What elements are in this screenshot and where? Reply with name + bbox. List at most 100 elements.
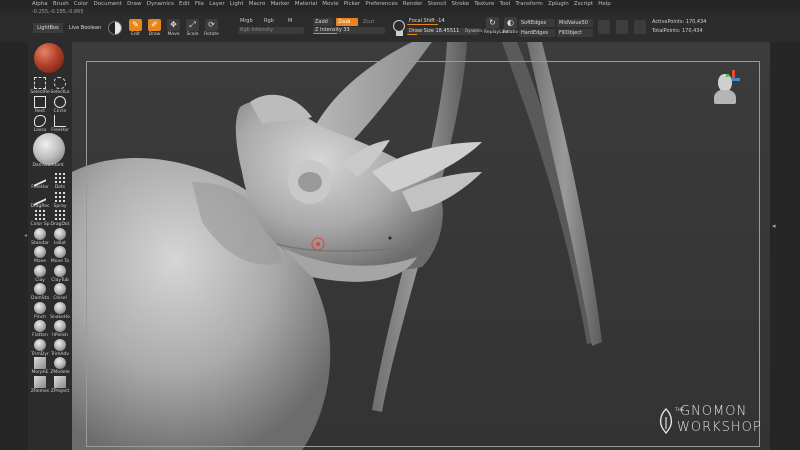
collapse-left-arrow[interactable]: ◂ bbox=[24, 232, 27, 239]
menu-item-help[interactable]: Help bbox=[596, 0, 614, 9]
zadd-button[interactable]: Zadd bbox=[313, 18, 333, 26]
fill-object-button[interactable]: FillObject bbox=[557, 29, 593, 37]
scale-icon[interactable] bbox=[634, 20, 646, 34]
palette-item-move-to[interactable]: Move To bbox=[49, 246, 71, 265]
replay-last-button[interactable]: ↻ ReplayLast bbox=[484, 17, 509, 36]
menu-item-movie[interactable]: Movie bbox=[320, 0, 341, 9]
menu-item-picker[interactable]: Picker bbox=[341, 0, 363, 9]
palette-item-flatten[interactable]: Flatten bbox=[29, 320, 51, 339]
menu-item-marker[interactable]: Marker bbox=[268, 0, 292, 9]
palette-item-selectre[interactable]: SelectRe bbox=[29, 77, 51, 96]
palette-item-trimadv[interactable]: TrimAdv bbox=[49, 338, 71, 358]
hard-edges-button[interactable]: HardEdges bbox=[519, 29, 555, 37]
palette-item-standar[interactable]: Standar bbox=[29, 227, 51, 247]
menu-item-preferences[interactable]: Preferences bbox=[363, 0, 401, 9]
palette-item-morphe[interactable]: MorphE bbox=[29, 357, 51, 376]
palette-item-label: Rect bbox=[35, 109, 45, 114]
material-preview[interactable] bbox=[34, 43, 64, 73]
mrgb-button[interactable]: Mrgb bbox=[240, 18, 253, 25]
rgb-intensity-slider[interactable]: Rgb Intensity bbox=[238, 27, 304, 34]
move-mode-button[interactable]: ✥ Move bbox=[165, 19, 182, 38]
grid-icon[interactable] bbox=[598, 20, 610, 34]
split-icon[interactable] bbox=[616, 20, 628, 34]
palette-item-rect[interactable]: Rect bbox=[29, 96, 51, 115]
menu-item-texture[interactable]: Texture bbox=[472, 0, 497, 9]
palette-item-zproject[interactable]: ZProject bbox=[49, 375, 71, 395]
menu-item-material[interactable]: Material bbox=[292, 0, 320, 9]
palette-item-freehar[interactable]: FreeHar bbox=[29, 169, 51, 191]
menu-item-tool[interactable]: Tool bbox=[497, 0, 513, 9]
palette-item-dragrec[interactable]: DragRec bbox=[29, 187, 51, 210]
menu-item-dynamics[interactable]: Dynamics bbox=[144, 0, 176, 9]
soft-edges-button[interactable]: SoftEdges bbox=[519, 19, 555, 27]
menu-item-file[interactable]: File bbox=[192, 0, 206, 9]
mid-value-slider[interactable]: MidValue50 bbox=[557, 19, 593, 27]
palette-item-inbat[interactable]: InBat bbox=[49, 227, 71, 247]
menu-item-edit[interactable]: Edit bbox=[176, 0, 192, 9]
relativ-icon: ◐ bbox=[504, 17, 517, 29]
palette-item-hpolish[interactable]: hPolish bbox=[49, 320, 71, 339]
menu-item-brush[interactable]: Brush bbox=[50, 0, 71, 9]
palette-item-damsta[interactable]: DamSta bbox=[29, 283, 51, 302]
palette-item-zremes[interactable]: ZRemes bbox=[29, 375, 51, 395]
palette-item-label: Pinch bbox=[33, 314, 47, 320]
palette-item-label: DragDot bbox=[50, 222, 70, 227]
menu-item-document[interactable]: Document bbox=[91, 0, 125, 9]
palette-item-dragdot[interactable]: DragDot bbox=[49, 209, 71, 228]
rotate-mode-button[interactable]: ⟳ Rotate bbox=[203, 19, 220, 38]
palette-item-zmodele[interactable]: ZModele bbox=[49, 357, 71, 376]
palette-item-label: Flatten bbox=[32, 333, 48, 338]
palette-item-freehar[interactable]: FreeHar bbox=[49, 115, 71, 134]
menu-item-stencil[interactable]: Stencil bbox=[425, 0, 449, 9]
z-intensity-slider[interactable]: Z Intensity 33 bbox=[313, 27, 385, 34]
menu-bar: Alpha Brush Color Document Draw Dynamics Edit F… bbox=[0, 0, 800, 9]
replay-last-label: ReplayLast bbox=[484, 30, 509, 35]
menu-item-color[interactable]: Color bbox=[71, 0, 91, 9]
dynamic-button[interactable]: Dynamic bbox=[465, 27, 483, 34]
navigation-gizmo-icon[interactable] bbox=[712, 70, 742, 108]
menu-item-render[interactable]: Render bbox=[400, 0, 425, 9]
zsub-button[interactable]: Zsub bbox=[336, 18, 358, 26]
palette-item-chisel[interactable]: Chisel bbox=[49, 283, 71, 302]
rgb-button[interactable]: Rgb bbox=[264, 18, 274, 25]
stop-icon[interactable] bbox=[396, 31, 403, 36]
palette-item-pinch[interactable]: Pinch bbox=[29, 301, 51, 321]
palette-item-claytub[interactable]: ClayTub bbox=[49, 264, 71, 284]
lightbox-button[interactable]: LightBox bbox=[33, 23, 63, 33]
palette-item-dots[interactable]: Dots bbox=[49, 172, 71, 191]
palette-item-label: DamSta bbox=[31, 296, 49, 301]
replay-icon: ↻ bbox=[486, 17, 499, 29]
palette-item-spray[interactable]: Spray bbox=[49, 190, 71, 210]
edit-mode-button[interactable]: ✎ Edit bbox=[127, 19, 144, 38]
zcut-button[interactable]: Zcut bbox=[361, 18, 379, 26]
brush-label: DamStandard bbox=[32, 163, 64, 168]
current-brush-preview[interactable] bbox=[33, 133, 65, 165]
palette-item-circle[interactable]: Circle bbox=[49, 96, 71, 115]
menu-item-draw[interactable]: Draw bbox=[125, 0, 145, 9]
collapse-right-arrow[interactable]: ◂ bbox=[772, 222, 776, 230]
color-picker-icon[interactable] bbox=[108, 21, 122, 35]
menu-item-light[interactable]: Light bbox=[227, 0, 246, 9]
m-button[interactable]: M bbox=[288, 18, 292, 25]
relativ-button[interactable]: ◐ Relativ bbox=[502, 17, 519, 36]
palette-item-color-sp[interactable]: Color Sp bbox=[29, 209, 51, 228]
draw-mode-button[interactable]: ✐ Draw bbox=[146, 19, 163, 38]
menu-item-macro[interactable]: Macro bbox=[246, 0, 268, 9]
palette-item-trimdyr[interactable]: TrimDyr bbox=[29, 338, 51, 358]
palette-item-clay[interactable]: Clay bbox=[29, 264, 51, 284]
menu-item-layer[interactable]: Layer bbox=[207, 0, 228, 9]
scale-mode-button[interactable]: ⤢ Scale bbox=[184, 19, 201, 38]
palette-item-move[interactable]: Move bbox=[29, 246, 51, 265]
menu-item-stroke[interactable]: Stroke bbox=[449, 0, 472, 9]
canvas-viewport[interactable] bbox=[72, 42, 770, 450]
palette-item-snakeho[interactable]: SnakeHo bbox=[49, 301, 71, 321]
menu-item-transform[interactable]: Transform bbox=[513, 0, 546, 9]
palette-item-lasso[interactable]: Lasso bbox=[29, 115, 51, 134]
draw-icon: ✐ bbox=[148, 19, 161, 31]
live-boolean-button[interactable]: Live Boolean bbox=[69, 23, 107, 33]
focal-shift-slider[interactable]: Focal Shift -14 bbox=[407, 18, 479, 25]
palette-item-selectla[interactable]: SelectLa bbox=[49, 77, 71, 96]
menu-item-zscript[interactable]: Zscript bbox=[571, 0, 595, 9]
menu-item-alpha[interactable]: Alpha bbox=[0, 0, 50, 9]
menu-item-zplugin[interactable]: Zplugin bbox=[545, 0, 571, 9]
